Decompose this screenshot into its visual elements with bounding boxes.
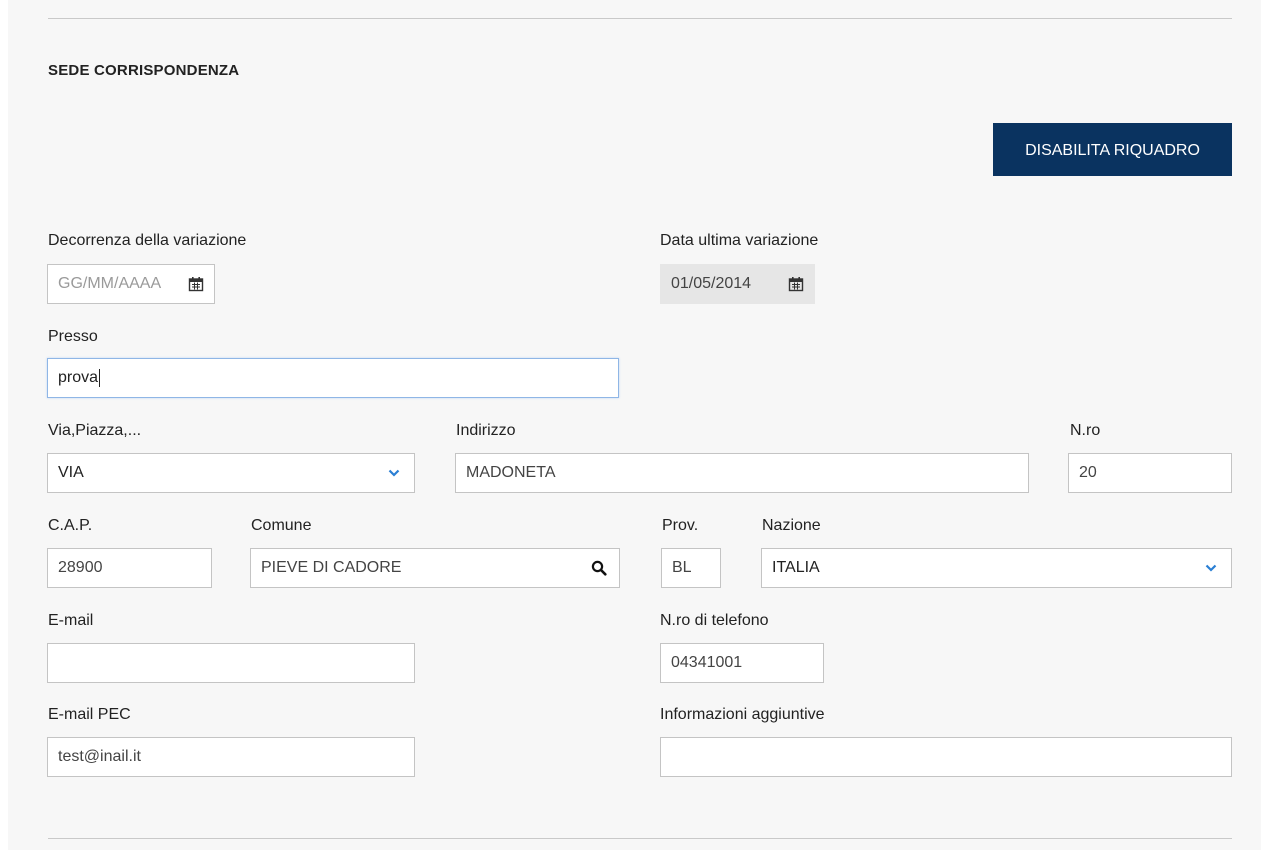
calendar-icon[interactable]	[186, 265, 206, 303]
indirizzo-value: MADONETA	[466, 464, 556, 481]
search-icon[interactable]	[589, 549, 609, 587]
comune-value: PIEVE DI CADORE	[261, 559, 402, 576]
decorrenza-label: Decorrenza della variazione	[48, 232, 247, 249]
chevron-down-icon	[1203, 549, 1219, 587]
cap-input[interactable]: 28900	[47, 548, 212, 588]
presso-value: prova	[58, 369, 99, 386]
chevron-down-icon	[386, 454, 402, 492]
cap-label: C.A.P.	[48, 517, 93, 534]
presso-label: Presso	[48, 328, 98, 345]
prov-input[interactable]: BL	[661, 548, 721, 588]
numero-label: N.ro	[1070, 422, 1101, 439]
text-caret	[99, 368, 101, 387]
via-piazza-value: VIA	[58, 464, 84, 481]
info-aggiuntive-label: Informazioni aggiuntive	[660, 706, 825, 723]
numero-value: 20	[1079, 464, 1097, 481]
email-pec-input[interactable]: test@inail.it	[47, 737, 415, 777]
info-aggiuntive-input[interactable]	[660, 737, 1232, 777]
bottom-divider	[48, 838, 1232, 839]
data-ultima-date-field: 01/05/2014	[660, 264, 815, 304]
data-ultima-label: Data ultima variazione	[660, 232, 819, 249]
prov-label: Prov.	[662, 517, 699, 534]
email-label: E-mail	[48, 612, 94, 629]
nazione-value: ITALIA	[772, 559, 820, 576]
decorrenza-date-field[interactable]: GG/MM/AAAA	[47, 264, 215, 304]
nazione-label: Nazione	[762, 517, 821, 534]
cap-value: 28900	[58, 559, 103, 576]
telefono-value: 04341001	[671, 654, 743, 671]
top-divider	[48, 18, 1232, 19]
email-pec-label: E-mail PEC	[48, 706, 131, 723]
section-title: SEDE CORRISPONDENZA	[48, 62, 240, 79]
presso-input[interactable]: prova	[47, 358, 619, 398]
numero-input[interactable]: 20	[1068, 453, 1232, 493]
calendar-icon	[786, 265, 806, 303]
indirizzo-input[interactable]: MADONETA	[455, 453, 1029, 493]
prov-value: BL	[672, 559, 692, 576]
telefono-input[interactable]: 04341001	[660, 643, 824, 683]
email-input[interactable]	[47, 643, 415, 683]
indirizzo-label: Indirizzo	[456, 422, 516, 439]
via-piazza-label: Via,Piazza,...	[48, 422, 142, 439]
email-pec-value: test@inail.it	[58, 748, 141, 765]
disable-box-button[interactable]: DISABILITA RIQUADRO	[993, 123, 1232, 176]
nazione-select[interactable]: ITALIA	[761, 548, 1232, 588]
via-piazza-select[interactable]: VIA	[47, 453, 415, 493]
comune-search-input[interactable]: PIEVE DI CADORE	[250, 548, 620, 588]
decorrenza-placeholder: GG/MM/AAAA	[58, 275, 162, 292]
telefono-label: N.ro di telefono	[660, 612, 769, 629]
data-ultima-value: 01/05/2014	[671, 275, 752, 292]
comune-label: Comune	[251, 517, 312, 534]
